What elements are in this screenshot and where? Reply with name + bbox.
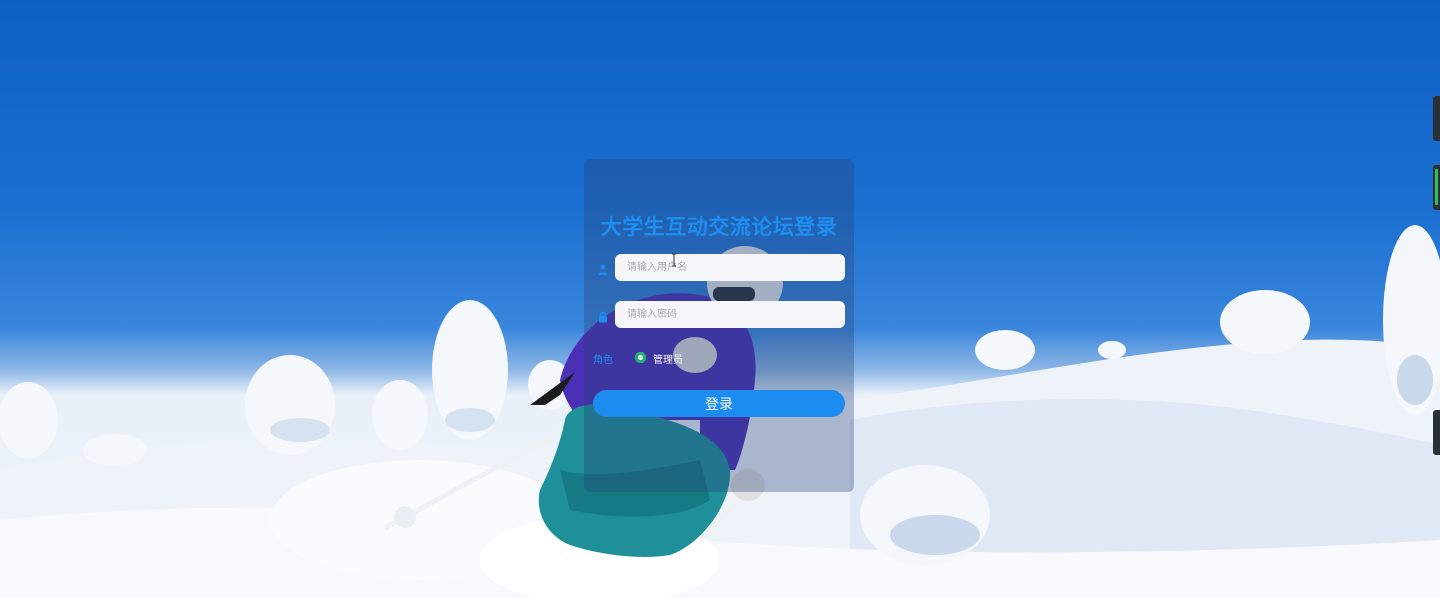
username-input[interactable]	[615, 254, 845, 281]
login-title: 大学生互动交流论坛登录	[600, 215, 838, 239]
login-button[interactable]: 登录	[593, 390, 845, 417]
text-cursor-icon	[671, 252, 677, 267]
user-icon	[598, 261, 608, 275]
role-option-admin[interactable]: 管理员	[653, 351, 683, 366]
password-input[interactable]	[615, 301, 845, 328]
login-panel: 大学生互动交流论坛登录 角色 管理员 登录	[584, 159, 854, 492]
role-selector: 角色 管理员	[584, 349, 854, 367]
side-panel-handle[interactable]	[1433, 96, 1440, 141]
side-panel-handle[interactable]	[1433, 165, 1440, 210]
password-row	[584, 301, 854, 328]
role-radio-admin[interactable]	[635, 352, 646, 363]
role-label: 角色	[593, 355, 613, 366]
side-panel-handle[interactable]	[1433, 410, 1440, 455]
username-row	[584, 254, 854, 281]
lock-icon	[598, 308, 608, 323]
